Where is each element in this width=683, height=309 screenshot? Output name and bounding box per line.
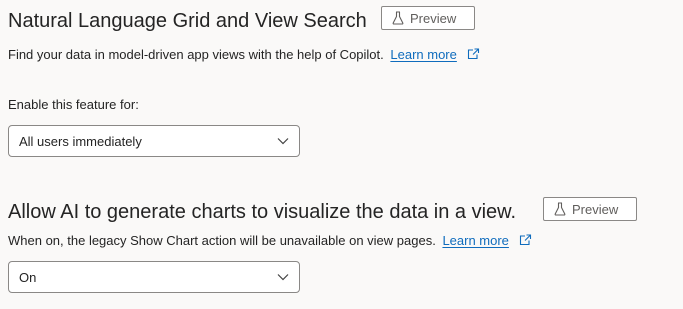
flask-icon <box>554 202 566 216</box>
external-link-icon[interactable] <box>519 234 532 248</box>
external-link-icon[interactable] <box>467 48 480 62</box>
ai-charts-dropdown[interactable]: On <box>8 261 300 293</box>
learn-more-link[interactable]: Learn more <box>442 233 508 248</box>
description-text: When on, the legacy Show Chart action wi… <box>8 233 436 248</box>
section-title-ai-charts: Allow AI to generate charts to visualize… <box>8 201 517 223</box>
chevron-down-icon <box>277 274 289 281</box>
description-text: Find your data in model-driven app views… <box>8 47 384 62</box>
flask-icon <box>392 11 404 25</box>
learn-more-link[interactable]: Learn more <box>390 47 456 62</box>
dropdown-value: All users immediately <box>19 133 142 149</box>
preview-label: Preview <box>572 201 619 217</box>
enable-feature-label: Enable this feature for: <box>8 97 139 112</box>
chevron-down-icon <box>277 138 289 145</box>
preview-badge[interactable]: Preview <box>543 197 637 221</box>
section-title-nl-grid-search: Natural Language Grid and View Search <box>8 10 367 32</box>
section-description: When on, the legacy Show Chart action wi… <box>8 234 532 248</box>
preview-label: Preview <box>410 10 457 26</box>
preview-badge[interactable]: Preview <box>381 6 475 30</box>
dropdown-value: On <box>19 269 37 285</box>
section-description: Find your data in model-driven app views… <box>8 48 480 62</box>
enable-feature-dropdown[interactable]: All users immediately <box>8 125 300 157</box>
